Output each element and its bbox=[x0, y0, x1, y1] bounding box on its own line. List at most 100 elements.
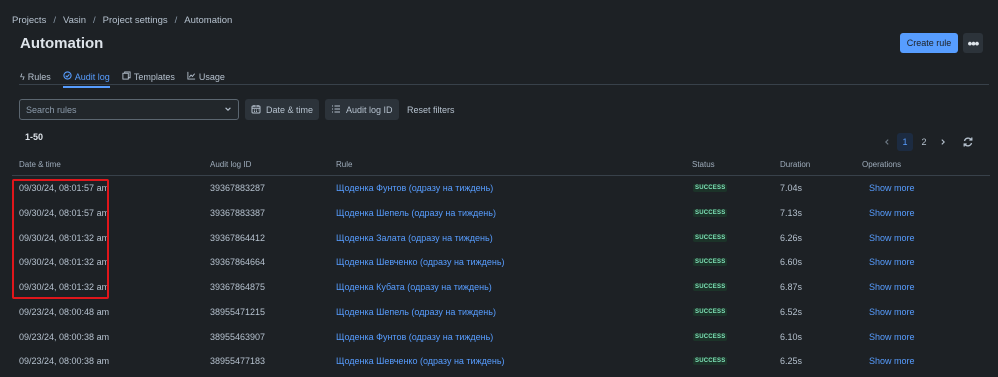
status-cell: SUCCESS bbox=[693, 324, 728, 349]
search-input[interactable] bbox=[26, 104, 206, 115]
show-more-link[interactable]: Show more bbox=[869, 176, 915, 201]
audit-log-id-filter-button[interactable]: Audit log ID bbox=[325, 99, 399, 120]
create-rule-button[interactable]: Create rule bbox=[900, 33, 958, 53]
rule-link[interactable]: Щоденка Шепель (одразу на тиждень) bbox=[336, 300, 496, 325]
status-badge: SUCCESS bbox=[693, 332, 728, 341]
status-badge: SUCCESS bbox=[693, 307, 728, 316]
page-title: Automation bbox=[20, 35, 104, 52]
list-icon bbox=[331, 104, 341, 116]
audit-log-id-filter-label: Audit log ID bbox=[346, 104, 393, 115]
result-range: 1-50 bbox=[25, 132, 44, 142]
status-badge: SUCCESS bbox=[693, 184, 728, 193]
status-cell: SUCCESS bbox=[693, 225, 728, 250]
tab-audit-log[interactable]: Audit log bbox=[62, 69, 110, 88]
audit-log-id-cell: 39367864412 bbox=[210, 232, 266, 243]
status-badge: SUCCESS bbox=[693, 209, 728, 218]
date-cell: 09/30/24, 08:01:57 am bbox=[19, 208, 110, 219]
breadcrumb: Projects / Vasin / Project settings / Au… bbox=[12, 15, 232, 26]
rule-link[interactable]: Щоденка Шевченко (одразу на тиждень) bbox=[336, 250, 505, 275]
page-2-button[interactable]: 2 bbox=[916, 133, 932, 151]
breadcrumb-separator: / bbox=[93, 15, 96, 26]
breadcrumb-automation[interactable]: Automation bbox=[184, 15, 232, 26]
column-header-status[interactable]: Status bbox=[692, 160, 715, 169]
breadcrumb-project[interactable]: Vasin bbox=[63, 15, 86, 26]
chevron-right-icon[interactable] bbox=[936, 133, 950, 151]
tab-usage[interactable]: Usage bbox=[187, 69, 225, 84]
check-circle-icon bbox=[63, 71, 72, 82]
table-row: 09/23/24, 08:00:38 am 38955477183 Щоденка … bbox=[12, 349, 990, 374]
rule-link[interactable]: Щоденка Фунтов (одразу на тиждень) bbox=[336, 176, 493, 201]
column-header-audit-log-id[interactable]: Audit log ID bbox=[210, 160, 251, 169]
date-cell: 09/23/24, 08:00:38 am bbox=[19, 356, 110, 367]
breadcrumb-separator: / bbox=[174, 15, 178, 26]
date-time-filter-button[interactable]: Date & time bbox=[245, 99, 320, 120]
tab-templates[interactable]: Templates bbox=[122, 69, 175, 84]
table-row: 09/23/24, 08:00:48 am 38955471215 Щоденка … bbox=[12, 300, 990, 325]
audit-log-id-cell: 38955471215 bbox=[210, 306, 266, 317]
breadcrumb-separator: / bbox=[53, 15, 56, 26]
calendar-icon bbox=[251, 104, 261, 116]
refresh-icon[interactable] bbox=[958, 133, 978, 151]
duration-cell: 6.60s bbox=[780, 257, 803, 268]
table-row: 09/30/24, 08:01:32 am 39367864875 Щоденка … bbox=[12, 275, 990, 300]
date-cell: 09/30/24, 08:01:32 am bbox=[19, 282, 110, 293]
status-badge: SUCCESS bbox=[693, 283, 728, 292]
table-row: 09/30/24, 08:01:32 am 39367864412 Щоденка … bbox=[12, 225, 990, 250]
date-cell: 09/30/24, 08:01:57 am bbox=[19, 183, 110, 194]
column-header-date-time[interactable]: Date & time bbox=[19, 160, 61, 169]
column-header-duration[interactable]: Duration bbox=[780, 160, 810, 169]
tab-label: Templates bbox=[133, 71, 175, 82]
show-more-link[interactable]: Show more bbox=[869, 275, 915, 300]
duration-cell: 6.52s bbox=[780, 306, 803, 317]
tabs-divider bbox=[19, 84, 989, 85]
status-badge: SUCCESS bbox=[693, 258, 728, 267]
chart-icon bbox=[187, 71, 196, 82]
table-row: 09/30/24, 08:01:32 am 39367864664 Щоденка … bbox=[12, 250, 990, 275]
status-cell: SUCCESS bbox=[693, 250, 728, 275]
templates-icon bbox=[122, 71, 131, 82]
audit-log-id-cell: 38955463907 bbox=[210, 331, 266, 342]
reset-filters-button[interactable]: Reset filters bbox=[407, 99, 455, 120]
duration-cell: 6.25s bbox=[780, 356, 803, 367]
rule-link[interactable]: Щоденка Шепель (одразу на тиждень) bbox=[336, 201, 496, 226]
show-more-link[interactable]: Show more bbox=[869, 201, 915, 226]
tab-label: Rules bbox=[27, 71, 51, 82]
tab-rules[interactable]: ϟ Rules bbox=[20, 69, 51, 84]
status-cell: SUCCESS bbox=[693, 300, 728, 325]
tab-label: Usage bbox=[198, 71, 225, 82]
rule-link[interactable]: Щоденка Шевченко (одразу на тиждень) bbox=[336, 349, 505, 374]
show-more-link[interactable]: Show more bbox=[869, 349, 915, 374]
more-horizontal-icon[interactable]: ••• bbox=[963, 33, 983, 53]
status-cell: SUCCESS bbox=[693, 349, 728, 374]
date-cell: 09/23/24, 08:00:48 am bbox=[19, 306, 110, 317]
status-badge: SUCCESS bbox=[693, 233, 728, 242]
audit-log-id-cell: 39367883387 bbox=[210, 208, 266, 219]
show-more-link[interactable]: Show more bbox=[869, 300, 915, 325]
chevron-left-icon[interactable] bbox=[880, 133, 894, 151]
column-header-operations: Operations bbox=[862, 160, 902, 169]
chevron-down-icon[interactable] bbox=[224, 105, 232, 115]
column-header-rule[interactable]: Rule bbox=[336, 160, 352, 169]
show-more-link[interactable]: Show more bbox=[869, 250, 915, 275]
duration-cell: 6.26s bbox=[780, 232, 803, 243]
breadcrumb-project-settings[interactable]: Project settings bbox=[103, 15, 168, 26]
page-1-button[interactable]: 1 bbox=[897, 133, 913, 151]
lightning-icon: ϟ bbox=[20, 71, 25, 82]
rule-link[interactable]: Щоденка Залата (одразу на тиждень) bbox=[336, 225, 493, 250]
audit-log-id-cell: 39367864875 bbox=[210, 282, 266, 293]
breadcrumb-projects[interactable]: Projects bbox=[12, 15, 46, 26]
rule-link[interactable]: Щоденка Кубата (одразу на тиждень) bbox=[336, 275, 492, 300]
date-cell: 09/23/24, 08:00:38 am bbox=[19, 331, 110, 342]
duration-cell: 7.04s bbox=[780, 183, 803, 194]
table-row: 09/23/24, 08:00:38 am 38955463907 Щоденка … bbox=[12, 324, 990, 349]
audit-log-id-cell: 39367864664 bbox=[210, 257, 266, 268]
date-cell: 09/30/24, 08:01:32 am bbox=[19, 232, 110, 243]
date-cell: 09/30/24, 08:01:32 am bbox=[19, 257, 110, 268]
search-rules-select[interactable] bbox=[19, 99, 239, 120]
show-more-link[interactable]: Show more bbox=[869, 324, 915, 349]
tab-label: Audit log bbox=[74, 71, 110, 82]
status-cell: SUCCESS bbox=[693, 176, 728, 201]
status-badge: SUCCESS bbox=[693, 357, 728, 366]
rule-link[interactable]: Щоденка Фунтов (одразу на тиждень) bbox=[336, 324, 493, 349]
show-more-link[interactable]: Show more bbox=[869, 225, 915, 250]
